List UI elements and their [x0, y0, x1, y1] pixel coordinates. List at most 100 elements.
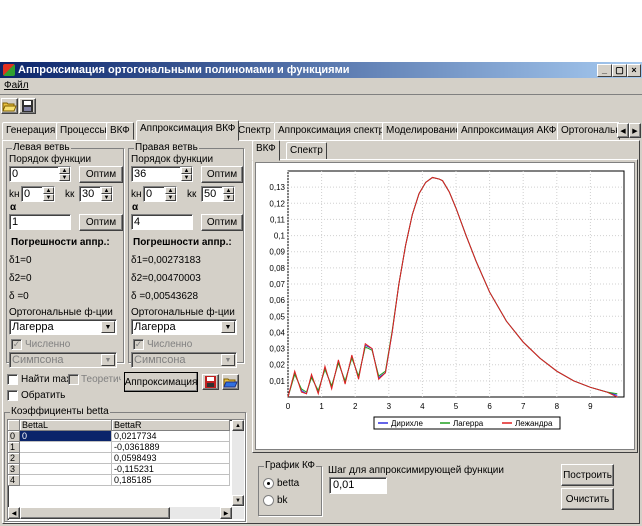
- right-branch-title: Правая ветвь: [134, 142, 199, 153]
- left-order-input[interactable]: 0 ▲ ▼: [9, 166, 71, 182]
- coef-title: Коэффициенты betta: [10, 406, 110, 417]
- row-index: 0: [8, 431, 20, 442]
- cell-bettaR[interactable]: -0,0361889: [112, 442, 230, 453]
- tab-approx-akf[interactable]: Аппроксимация АКФ: [457, 122, 561, 140]
- scroll-thumb[interactable]: [20, 507, 170, 519]
- left-alpha-label: α: [10, 202, 17, 213]
- step-label: Шаг для аппроксимирующей функции: [328, 465, 504, 476]
- cell-bettaL[interactable]: [20, 442, 112, 453]
- y-tick-label: 0,05: [269, 312, 285, 321]
- left-orth-select[interactable]: Лагерра ▼: [9, 319, 117, 335]
- save-icon: [205, 376, 216, 388]
- cell-bettaL[interactable]: [20, 453, 112, 464]
- y-tick-label: 0,01: [269, 377, 285, 386]
- tab-vkf[interactable]: ВКФ: [106, 122, 134, 140]
- cell-bettaL[interactable]: 0: [20, 431, 112, 442]
- left-optim-button[interactable]: Оптим: [79, 166, 123, 183]
- cell-bettaR[interactable]: 0,0598493: [112, 453, 230, 464]
- tab-approx-vkf[interactable]: Аппроксимация ВКФ: [136, 120, 240, 141]
- y-tick-label: 0,11: [270, 215, 286, 224]
- tab-spectrum[interactable]: Спектр: [234, 122, 275, 140]
- build-button[interactable]: Построить: [561, 464, 614, 486]
- cell-bettaR[interactable]: 0,0217734: [112, 431, 230, 442]
- legend-label: Лагерра: [453, 419, 484, 428]
- folder-open-icon: [2, 102, 17, 112]
- right-kn-input[interactable]: 0 ▲ ▼: [143, 186, 177, 202]
- scroll-right-button[interactable]: ▶: [220, 507, 232, 519]
- maximize-button[interactable]: ▢: [612, 64, 627, 77]
- x-tick-label: 9: [588, 402, 593, 411]
- radio-bk[interactable]: [263, 495, 274, 506]
- y-tick-label: 0,09: [269, 248, 285, 257]
- chart-tab-vkf[interactable]: ВКФ: [252, 140, 280, 161]
- left-branch-title: Левая ветвь: [12, 142, 71, 153]
- folder-open-icon: [223, 378, 238, 388]
- right-numeric-checkbox[interactable]: ✓: [133, 339, 144, 350]
- left-optim2-button[interactable]: Оптим: [79, 214, 123, 231]
- radio-betta[interactable]: [263, 478, 274, 489]
- save-result-button[interactable]: [202, 374, 219, 390]
- cell-bettaR[interactable]: -0,115231: [112, 464, 230, 475]
- left-numeric-checkbox[interactable]: ✓: [11, 339, 22, 350]
- vertical-scrollbar[interactable]: ▲ ▼: [232, 420, 244, 506]
- horizontal-scrollbar[interactable]: ◀ ▶: [8, 507, 244, 519]
- chart-panel: 0 1 2 3 4 5 6 7 8 9 0,01 0,02 0,03 0,04 0,05 0,06 0,07 0,…: [255, 162, 635, 450]
- step-input[interactable]: 0,01: [329, 477, 387, 494]
- col-header-bettaL[interactable]: BettaL: [20, 420, 112, 431]
- x-tick-label: 0: [286, 402, 291, 411]
- open-button[interactable]: [1, 98, 18, 114]
- left-kk-input[interactable]: 30 ▲ ▼: [79, 186, 113, 202]
- y-tick-label: 0,1: [274, 232, 286, 241]
- y-tick-label: 0,02: [269, 361, 285, 370]
- right-delta: δ =0,00543628: [131, 291, 199, 302]
- coef-grid[interactable]: BettaL BettaR 0 0 0,0217734 1 -0,0361889 2 0,0…: [7, 419, 245, 521]
- clear-button[interactable]: Очистить: [561, 488, 614, 510]
- cell-bettaR[interactable]: 0,185185: [112, 475, 230, 486]
- vkf-chart: 0 1 2 3 4 5 6 7 8 9 0,01 0,02 0,03 0,04 0,05 0,06 0,07 0,…: [269, 170, 625, 430]
- tab-orthogonal[interactable]: Ортогональн: [557, 122, 620, 140]
- tab-approx-spectrum[interactable]: Аппроксимация спектра: [274, 122, 394, 140]
- tab-modeling[interactable]: Моделирование: [382, 122, 465, 140]
- tabs-scroll-left[interactable]: ◀: [617, 123, 629, 138]
- right-order-input[interactable]: 36 ▲ ▼: [131, 166, 193, 182]
- scroll-left-button[interactable]: ◀: [8, 507, 20, 519]
- x-tick-label: 1: [319, 402, 324, 411]
- save-button[interactable]: [19, 98, 36, 114]
- col-header-bettaR[interactable]: BettaR: [112, 420, 230, 431]
- find-max-label: Найти max: [21, 374, 72, 385]
- right-alpha-input[interactable]: 4: [131, 214, 193, 230]
- right-kk-input[interactable]: 50 ▲ ▼: [201, 186, 235, 202]
- left-numeric-label: Численно: [25, 339, 71, 350]
- approximation-button[interactable]: Аппроксимация: [124, 372, 198, 392]
- tab-generation[interactable]: Генерация: [2, 122, 60, 140]
- scroll-down-button[interactable]: ▼: [232, 495, 244, 506]
- right-orth-select[interactable]: Лагерра ▼: [131, 319, 237, 335]
- right-optim-button[interactable]: Оптим: [201, 166, 243, 183]
- legend-label: Лежандра: [515, 419, 553, 428]
- x-tick-label: 2: [353, 402, 358, 411]
- y-tick-label: 0,08: [269, 264, 285, 273]
- left-kn-input[interactable]: 0 ▲ ▼: [21, 186, 55, 202]
- app-icon: [3, 64, 15, 76]
- cell-bettaL[interactable]: [20, 464, 112, 475]
- left-alpha-input[interactable]: 1: [9, 214, 71, 230]
- menu-file[interactable]: Файл: [4, 80, 29, 91]
- tabs-scroll-right[interactable]: ▶: [629, 123, 641, 138]
- right-order-label: Порядок функции: [131, 154, 214, 165]
- close-button[interactable]: ×: [627, 64, 641, 77]
- right-optim2-button[interactable]: Оптим: [201, 214, 243, 231]
- chart-tab-spectrum[interactable]: Спектр: [286, 142, 327, 160]
- open-result-button[interactable]: [222, 374, 239, 390]
- x-tick-label: 4: [420, 402, 425, 411]
- cell-bettaL[interactable]: [20, 475, 112, 486]
- scroll-up-button[interactable]: ▲: [232, 420, 244, 431]
- invert-checkbox[interactable]: [7, 390, 18, 401]
- find-max-checkbox[interactable]: [7, 374, 18, 385]
- save-icon: [22, 100, 33, 112]
- tab-processes[interactable]: Процессы: [56, 122, 111, 140]
- minimize-button[interactable]: _: [597, 64, 612, 77]
- right-orth-label: Ортогональные ф-ции: [131, 307, 235, 318]
- x-tick-label: 5: [454, 402, 459, 411]
- left-branch-group: Левая ветвь Порядок функции 0 ▲ ▼ Оптим kн…: [6, 142, 124, 368]
- right-kn-label: kн: [131, 189, 142, 200]
